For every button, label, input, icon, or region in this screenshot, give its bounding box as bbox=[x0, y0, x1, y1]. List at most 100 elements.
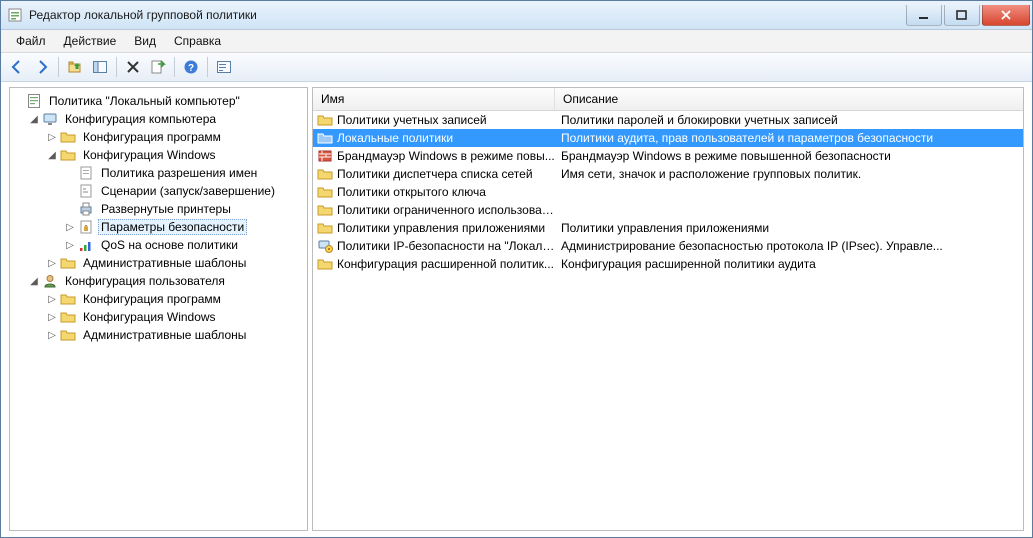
firewall-icon bbox=[317, 148, 333, 164]
expand-icon[interactable]: ▷ bbox=[46, 131, 58, 143]
tree-windows-config[interactable]: ◢Конфигурация Windows ▷Политика разрешен… bbox=[10, 146, 307, 254]
tree-item[interactable]: ▷ Административные шаблоны bbox=[10, 326, 307, 344]
toolbar-separator bbox=[207, 57, 208, 77]
list-row[interactable]: Локальные политикиПолитики аудита, прав … bbox=[313, 129, 1023, 147]
show-hide-tree-button[interactable] bbox=[88, 55, 112, 79]
tree-label: Конфигурация компьютера bbox=[62, 111, 219, 127]
column-name[interactable]: Имя bbox=[313, 88, 555, 110]
tree-item[interactable]: ▷Развернутые принтеры bbox=[10, 200, 307, 218]
tree-label: Административные шаблоны bbox=[80, 255, 249, 271]
tree-label: Политика разрешения имен bbox=[98, 165, 260, 181]
expand-icon[interactable]: ▷ bbox=[46, 311, 58, 323]
title-bar: Редактор локальной групповой политики bbox=[1, 1, 1032, 30]
doc-icon bbox=[78, 165, 94, 181]
app-window: Редактор локальной групповой политики Фа… bbox=[0, 0, 1033, 538]
folder-icon bbox=[317, 220, 333, 236]
folder-icon bbox=[317, 256, 333, 272]
filter-button[interactable] bbox=[212, 55, 236, 79]
folder-icon bbox=[317, 130, 333, 146]
menu-action[interactable]: Действие bbox=[55, 31, 126, 51]
minimize-button[interactable] bbox=[906, 5, 942, 26]
up-button[interactable] bbox=[63, 55, 87, 79]
list-header: Имя Описание bbox=[313, 88, 1023, 111]
tree-label: QoS на основе политики bbox=[98, 237, 241, 253]
folder-icon bbox=[60, 129, 76, 145]
policy-tree: ▸ Политика "Локальный компьютер" ◢ Конфи… bbox=[10, 92, 307, 344]
list-row[interactable]: Политики учетных записейПолитики паролей… bbox=[313, 111, 1023, 129]
cell-description: Политики паролей и блокировки учетных за… bbox=[555, 113, 1023, 127]
user-icon bbox=[42, 273, 58, 289]
cell-name: Политики учетных записей bbox=[313, 112, 555, 128]
toolbar-separator bbox=[116, 57, 117, 77]
back-button[interactable] bbox=[5, 55, 29, 79]
expand-icon[interactable]: ▷ bbox=[46, 329, 58, 341]
expand-icon[interactable]: ▷ bbox=[64, 239, 76, 251]
collapse-icon[interactable]: ◢ bbox=[28, 275, 40, 287]
tree-label: Административные шаблоны bbox=[80, 327, 249, 343]
list-row[interactable]: Политики ограниченного использован... bbox=[313, 201, 1023, 219]
toolbar-separator bbox=[174, 57, 175, 77]
item-name: Конфигурация расширенной политик... bbox=[337, 257, 554, 271]
cell-description: Политики аудита, прав пользователей и па… bbox=[555, 131, 1023, 145]
folder-icon bbox=[60, 327, 76, 343]
app-icon bbox=[7, 7, 23, 23]
doc-icon bbox=[26, 93, 42, 109]
tree-computer-config[interactable]: ◢ Конфигурация компьютера ▷Конфигурация … bbox=[10, 110, 307, 272]
collapse-icon[interactable]: ◢ bbox=[46, 149, 58, 161]
expand-icon[interactable]: ▷ bbox=[64, 221, 76, 233]
menu-bar: Файл Действие Вид Справка bbox=[1, 30, 1032, 53]
cell-name: Политики ограниченного использован... bbox=[313, 202, 555, 218]
list-row[interactable]: Политики диспетчера списка сетейИмя сети… bbox=[313, 165, 1023, 183]
delete-button[interactable] bbox=[121, 55, 145, 79]
cell-name: Брандмауэр Windows в режиме повы... bbox=[313, 148, 555, 164]
tree-item[interactable]: ▷ Административные шаблоны bbox=[10, 254, 307, 272]
computer-icon bbox=[42, 111, 58, 127]
script-icon bbox=[78, 183, 94, 199]
tree-item[interactable]: ▷Конфигурация программ bbox=[10, 128, 307, 146]
list-body[interactable]: Политики учетных записейПолитики паролей… bbox=[313, 111, 1023, 530]
ipsec-icon bbox=[317, 238, 333, 254]
tree-security-settings[interactable]: ▷Параметры безопасности bbox=[10, 218, 307, 236]
expand-icon[interactable]: ▷ bbox=[46, 293, 58, 305]
menu-view[interactable]: Вид bbox=[125, 31, 165, 51]
item-name: Брандмауэр Windows в режиме повы... bbox=[337, 149, 555, 163]
tree-pane[interactable]: ▸ Политика "Локальный компьютер" ◢ Конфи… bbox=[9, 87, 308, 531]
tree-root[interactable]: ▸ Политика "Локальный компьютер" ◢ Конфи… bbox=[10, 92, 307, 344]
close-button[interactable] bbox=[982, 5, 1030, 26]
list-row[interactable]: Политики IP-безопасности на "Локаль...Ад… bbox=[313, 237, 1023, 255]
tree-item[interactable]: ▷Сценарии (запуск/завершение) bbox=[10, 182, 307, 200]
collapse-icon[interactable]: ◢ bbox=[28, 113, 40, 125]
folder-icon bbox=[60, 309, 76, 325]
tree-item[interactable]: ▷Конфигурация Windows bbox=[10, 308, 307, 326]
tree-item[interactable]: ▷ QoS на основе политики bbox=[10, 236, 307, 254]
folder-icon bbox=[317, 184, 333, 200]
list-pane: Имя Описание Политики учетных записейПол… bbox=[312, 87, 1024, 531]
maximize-button[interactable] bbox=[944, 5, 980, 26]
menu-help[interactable]: Справка bbox=[165, 31, 230, 51]
menu-file[interactable]: Файл bbox=[7, 31, 55, 51]
lock-icon bbox=[78, 219, 94, 235]
window-controls bbox=[904, 5, 1030, 26]
tree-item[interactable]: ▷Конфигурация программ bbox=[10, 290, 307, 308]
item-name: Политики диспетчера списка сетей bbox=[337, 167, 533, 181]
expand-icon[interactable]: ▷ bbox=[46, 257, 58, 269]
toolbar-separator bbox=[58, 57, 59, 77]
toolbar: ? bbox=[1, 53, 1032, 82]
column-description[interactable]: Описание bbox=[555, 88, 1023, 110]
item-name: Политики управления приложениями bbox=[337, 221, 545, 235]
export-button[interactable] bbox=[146, 55, 170, 79]
tree-label: Конфигурация Windows bbox=[80, 147, 219, 163]
tree-user-config[interactable]: ◢Конфигурация пользователя ▷Конфигурация… bbox=[10, 272, 307, 344]
list-row[interactable]: Политики открытого ключа bbox=[313, 183, 1023, 201]
cell-name: Политики открытого ключа bbox=[313, 184, 555, 200]
tree-item[interactable]: ▷Политика разрешения имен bbox=[10, 164, 307, 182]
item-name: Политики открытого ключа bbox=[337, 185, 486, 199]
help-button[interactable]: ? bbox=[179, 55, 203, 79]
content-area: ▸ Политика "Локальный компьютер" ◢ Конфи… bbox=[1, 82, 1032, 537]
list-row[interactable]: Конфигурация расширенной политик...Конфи… bbox=[313, 255, 1023, 273]
list-row[interactable]: Брандмауэр Windows в режиме повы...Бранд… bbox=[313, 147, 1023, 165]
forward-button[interactable] bbox=[30, 55, 54, 79]
svg-text:?: ? bbox=[188, 63, 194, 74]
window-title: Редактор локальной групповой политики bbox=[29, 8, 904, 22]
list-row[interactable]: Политики управления приложениямиПолитики… bbox=[313, 219, 1023, 237]
